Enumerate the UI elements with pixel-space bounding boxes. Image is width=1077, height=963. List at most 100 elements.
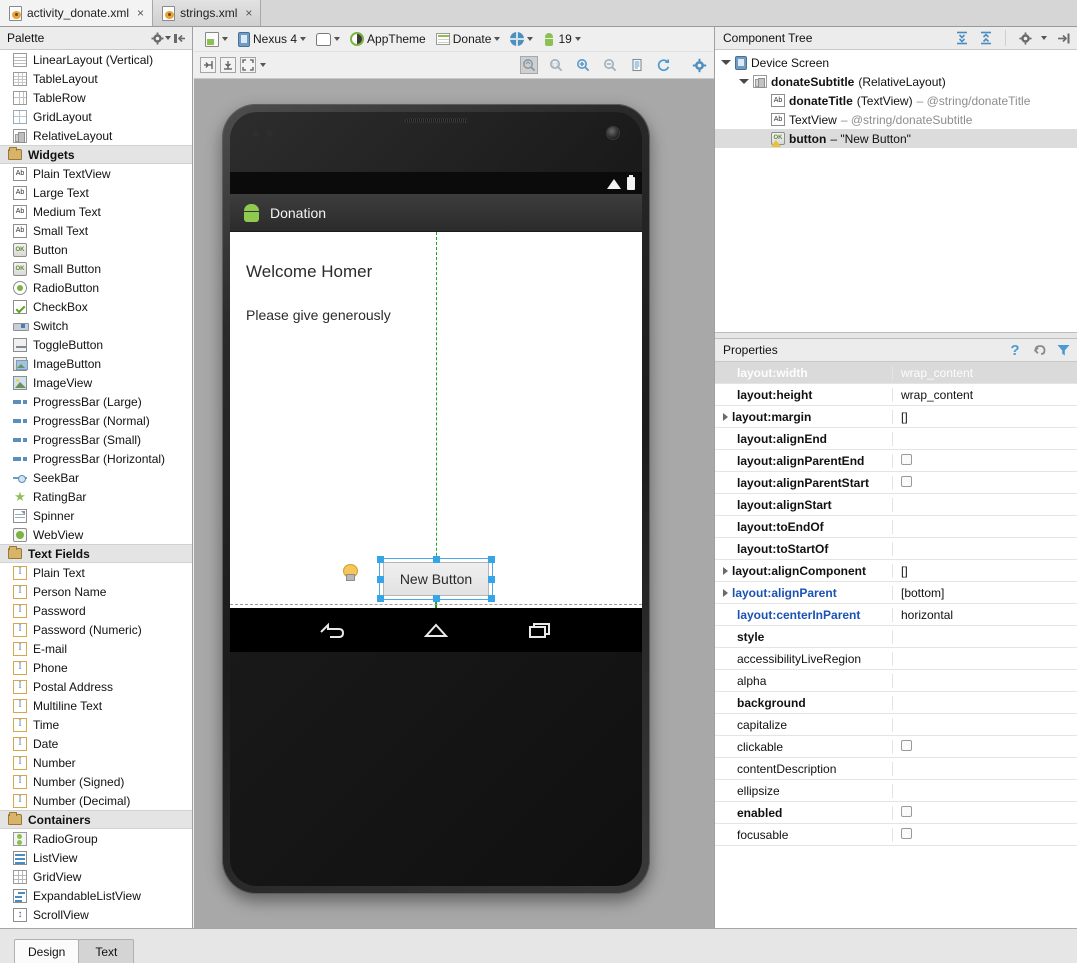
property-row-enabled[interactable]: enabled (715, 802, 1077, 824)
resize-handle[interactable] (488, 575, 495, 583)
locale-selector-button[interactable] (505, 29, 538, 50)
palette-item-medium-text[interactable]: Ab Medium Text (0, 202, 192, 221)
property-value-cell[interactable] (893, 475, 1077, 490)
property-value-cell[interactable]: [bottom] (893, 586, 1077, 600)
resize-handle[interactable] (377, 595, 384, 602)
tree-node-donatesubtitle[interactable]: donateSubtitle (RelativeLayout) (715, 72, 1077, 91)
refresh-icon[interactable] (655, 56, 673, 74)
palette-item-imagebutton[interactable]: ImageButton (0, 354, 192, 373)
expand-toggle-icon[interactable] (739, 79, 749, 84)
tree-node-device screen[interactable]: Device Screen (715, 53, 1077, 72)
new-button-widget[interactable]: New Button (383, 562, 489, 596)
property-row-layout-alignend[interactable]: layout:alignEnd (715, 428, 1077, 450)
property-value-cell[interactable]: wrap_content (893, 388, 1077, 402)
palette-item-radiobutton[interactable]: RadioButton (0, 278, 192, 297)
palette-item-large-text[interactable]: Ab Large Text (0, 183, 192, 202)
donate-title-textview[interactable]: Welcome Homer (246, 262, 372, 282)
property-checkbox[interactable] (901, 827, 912, 839)
preview-canvas[interactable]: Donation Welcome Homer Please give gener… (194, 79, 714, 928)
zoom-out-icon[interactable] (601, 56, 619, 74)
tree-node-donatetitle[interactable]: Ab donateTitle (TextView) – @string/donateT… (715, 91, 1077, 110)
palette-item-e-mail[interactable]: E-mail (0, 639, 192, 658)
expand-all-icon[interactable] (954, 30, 970, 46)
palette-item-number-decimal[interactable]: Number (Decimal) (0, 791, 192, 810)
palette-item-scrollview[interactable]: ↕ ScrollView (0, 905, 192, 924)
property-value-cell[interactable] (893, 739, 1077, 754)
palette-group-text-fields[interactable]: Text Fields (0, 544, 192, 563)
selected-widget-wrapper[interactable]: New Button (343, 556, 495, 602)
property-row-clickable[interactable]: clickable (715, 736, 1077, 758)
palette-item-radiogroup[interactable]: RadioGroup (0, 829, 192, 848)
palette-group-containers[interactable]: Containers (0, 810, 192, 829)
palette-item-number-signed[interactable]: Number (Signed) (0, 772, 192, 791)
property-row-layout-alignparent[interactable]: layout:alignParent [bottom] (715, 582, 1077, 604)
palette-item-linearlayout-vertical[interactable]: LinearLayout (Vertical) (0, 50, 192, 69)
theme-selector-button[interactable]: AppTheme (345, 29, 431, 50)
palette-item-progressbar-large[interactable]: ProgressBar (Large) (0, 392, 192, 411)
property-row-layout-toendof[interactable]: layout:toEndOf (715, 516, 1077, 538)
property-row-layout-margin[interactable]: layout:margin [] (715, 406, 1077, 428)
palette-item-person-name[interactable]: Person Name (0, 582, 192, 601)
property-checkbox[interactable] (901, 739, 912, 751)
palette-item-plain-text[interactable]: Plain Text (0, 563, 192, 582)
collapse-icon[interactable] (171, 30, 187, 46)
activity-selector-button[interactable]: Donate (431, 29, 506, 50)
property-row-layout-aligncomponent[interactable]: layout:alignComponent [] (715, 560, 1077, 582)
property-value-cell[interactable]: wrap_content (893, 366, 1077, 380)
expand-toggle-icon[interactable] (723, 588, 728, 597)
tab-text[interactable]: Text (78, 939, 135, 963)
property-row-contentdescription[interactable]: contentDescription (715, 758, 1077, 780)
property-checkbox[interactable] (901, 453, 912, 465)
palette-item-togglebutton[interactable]: ToggleButton (0, 335, 192, 354)
palette-item-webview[interactable]: WebView (0, 525, 192, 544)
back-icon[interactable] (317, 619, 347, 641)
zoom-fit-icon[interactable] (520, 56, 538, 74)
palette-item-gridlayout[interactable]: GridLayout (0, 107, 192, 126)
render-icon[interactable] (628, 56, 646, 74)
property-value-cell[interactable]: horizontal (893, 608, 1077, 622)
collapse-all-icon[interactable] (978, 30, 994, 46)
palette-list[interactable]: LinearLayout (Vertical) TableLayout TableR… (0, 50, 192, 928)
property-row-layout-height[interactable]: layout:height wrap_content (715, 384, 1077, 406)
resize-handle[interactable] (488, 595, 495, 602)
editor-tab-strings[interactable]: strings.xml × (153, 0, 262, 26)
property-row-layout-alignparentend[interactable]: layout:alignParentEnd (715, 450, 1077, 472)
property-row-background[interactable]: background (715, 692, 1077, 714)
palette-item-postal-address[interactable]: Postal Address (0, 677, 192, 696)
palette-item-tablerow[interactable]: TableRow (0, 88, 192, 107)
property-row-layout-tostartof[interactable]: layout:toStartOf (715, 538, 1077, 560)
palette-item-progressbar-horizontal[interactable]: ProgressBar (Horizontal) (0, 449, 192, 468)
expand-toggle-icon[interactable] (723, 412, 728, 421)
property-row-style[interactable]: style (715, 626, 1077, 648)
palette-item-small-button[interactable]: OK Small Button (0, 259, 192, 278)
api-level-button[interactable]: 19 (538, 29, 585, 50)
palette-item-imageview[interactable]: ImageView (0, 373, 192, 392)
snap-to-grid-icon[interactable] (200, 57, 216, 73)
property-row-accessibilityliveregion[interactable]: accessibilityLiveRegion (715, 648, 1077, 670)
chevron-down-icon[interactable] (1041, 36, 1047, 40)
palette-item-tablelayout[interactable]: TableLayout (0, 69, 192, 88)
palette-item-seekbar[interactable]: SeekBar (0, 468, 192, 487)
palette-item-checkbox[interactable]: CheckBox (0, 297, 192, 316)
recents-icon[interactable] (525, 619, 555, 641)
layout-body[interactable]: Welcome Homer Please give generously New… (230, 232, 642, 652)
property-row-layout-alignstart[interactable]: layout:alignStart (715, 494, 1077, 516)
filter-icon[interactable] (1055, 342, 1071, 358)
palette-item-switch[interactable]: Switch (0, 316, 192, 335)
zoom-actual-icon[interactable]: 1:1 (547, 56, 565, 74)
snap-vertical-icon[interactable] (220, 57, 236, 73)
property-value-cell[interactable]: [] (893, 564, 1077, 578)
palette-group-widgets[interactable]: Widgets (0, 145, 192, 164)
home-icon[interactable] (421, 619, 451, 641)
close-icon[interactable]: × (242, 6, 252, 20)
property-row-focusable[interactable]: focusable (715, 824, 1077, 846)
app-screen[interactable]: Donation Welcome Homer Please give gener… (230, 172, 642, 652)
tree-node-textview[interactable]: Ab TextView – @string/donateSubtitle (715, 110, 1077, 129)
palette-item-multiline-text[interactable]: Multiline Text (0, 696, 192, 715)
property-row-alpha[interactable]: alpha (715, 670, 1077, 692)
property-row-layout-width[interactable]: layout:width wrap_content (715, 362, 1077, 384)
settings-gear-icon[interactable] (690, 56, 708, 74)
property-row-layout-centerinparent[interactable]: layout:centerInParent horizontal (715, 604, 1077, 626)
property-row-ellipsize[interactable]: ellipsize (715, 780, 1077, 802)
zoom-in-icon[interactable] (574, 56, 592, 74)
